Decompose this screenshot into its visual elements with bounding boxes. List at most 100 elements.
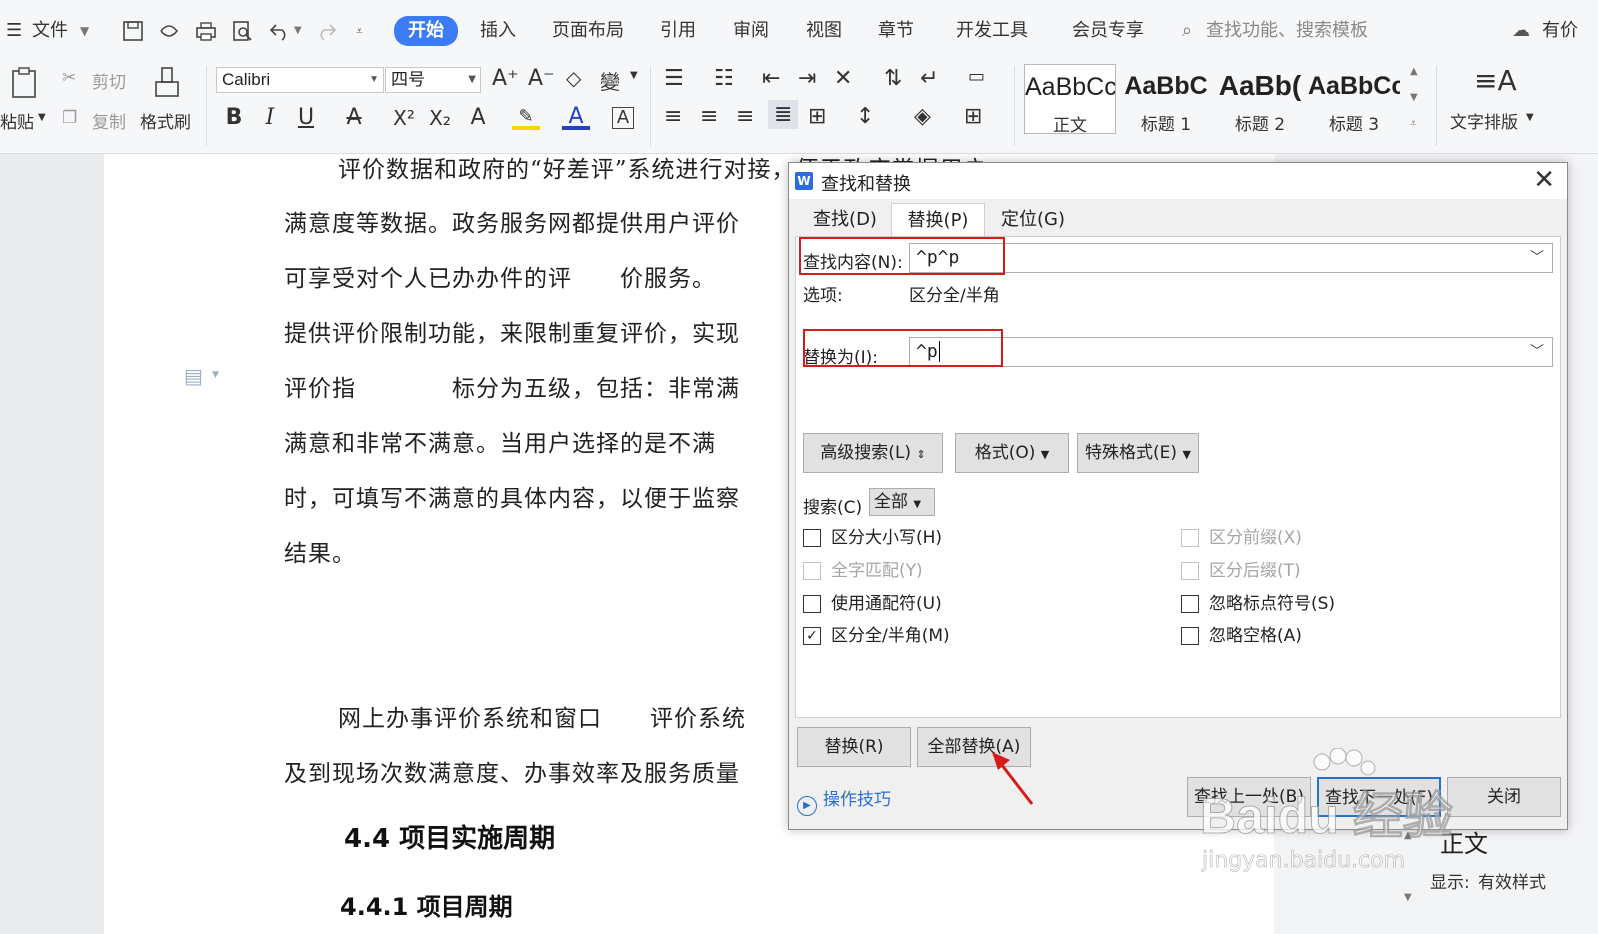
file-menu-chevron-icon[interactable]: ▼ xyxy=(80,19,89,43)
char-border-icon[interactable]: A xyxy=(612,107,634,129)
align-right-icon[interactable]: ≡ xyxy=(736,104,754,129)
text-effect-icon[interactable]: A xyxy=(464,104,492,132)
highlight-icon[interactable]: ✎ xyxy=(512,104,540,130)
undo-chevron-icon[interactable]: ▼ xyxy=(294,19,302,43)
tab-replace[interactable]: 替换(P) xyxy=(891,203,985,237)
text-layout-button[interactable]: 文字排版 xyxy=(1450,108,1518,133)
ruler-icon[interactable]: ▭ xyxy=(968,66,985,87)
tab-view[interactable]: 视图 xyxy=(806,19,842,43)
paste-button[interactable]: 粘贴 xyxy=(0,108,34,133)
file-menu[interactable]: 文件 xyxy=(32,19,68,43)
tab-review[interactable]: 审阅 xyxy=(733,19,769,43)
numbered-list-icon[interactable]: ☷ xyxy=(714,66,734,91)
replace-input[interactable]: ^p​ ﹀ xyxy=(909,337,1553,367)
tab-developer[interactable]: 开发工具 xyxy=(956,19,1028,43)
feature-search-input[interactable]: 查找功能、搜索模板 xyxy=(1206,19,1368,43)
styles-more-icon[interactable]: ⩡ xyxy=(1410,116,1417,131)
print-preview-icon[interactable] xyxy=(230,19,254,43)
pinyin-chevron-icon[interactable]: ▼ xyxy=(630,70,638,81)
find-previous-button[interactable]: 查找上一处(B) xyxy=(1187,777,1311,817)
format-button[interactable]: 格式(O) ▼ xyxy=(955,433,1069,473)
special-format-button[interactable]: 特殊格式(E) ▼ xyxy=(1077,433,1199,473)
borders-icon[interactable]: ⊞ xyxy=(964,104,982,129)
format-painter-button[interactable]: 格式刷 xyxy=(140,108,191,133)
paragraph-handle-icon[interactable]: ▤ xyxy=(184,364,203,388)
full-half-width-checkbox[interactable]: ✓ 区分全/半角(M) xyxy=(803,625,950,647)
bold-icon[interactable]: B xyxy=(220,104,248,132)
justify-icon[interactable]: ≣ xyxy=(768,100,799,129)
copy-button[interactable]: 复制 xyxy=(92,108,126,133)
scissors-icon[interactable]: ✂ xyxy=(62,68,76,88)
print-icon[interactable] xyxy=(194,19,218,43)
find-next-button[interactable]: 查找下一处(F) xyxy=(1317,777,1441,817)
text-layout-icon[interactable]: ≡A xyxy=(1474,64,1517,97)
font-name-select[interactable]: Calibri ▼ xyxy=(216,67,384,93)
hamburger-menu-icon[interactable]: ☰ xyxy=(6,19,22,43)
panel-scroll-up-icon[interactable]: ▲ xyxy=(1404,830,1412,841)
tab-page-layout[interactable]: 页面布局 xyxy=(552,19,624,43)
align-left-icon[interactable]: ≡ xyxy=(664,104,682,129)
font-size-select[interactable]: 四号 ▼ xyxy=(385,67,481,93)
tab-references[interactable]: 引用 xyxy=(660,19,696,43)
chevron-down-icon[interactable]: ﹀ xyxy=(1530,244,1544,272)
ignore-punctuation-checkbox[interactable]: 忽略标点符号(S) xyxy=(1181,593,1335,615)
decrease-indent-icon[interactable]: ⇤ xyxy=(762,66,780,91)
paragraph-handle-chevron-icon[interactable]: ▼ xyxy=(212,370,219,380)
wildcards-checkbox[interactable]: 使用通配符(U) xyxy=(803,593,942,615)
paste-chevron-icon[interactable]: ▼ xyxy=(38,112,46,123)
chinese-layout-icon[interactable]: ✕ xyxy=(834,66,852,91)
tab-home[interactable]: 开始 xyxy=(394,16,458,46)
tips-link[interactable]: ▶ 操作技巧 xyxy=(797,785,891,816)
pinyin-icon[interactable]: 變 xyxy=(600,66,620,95)
format-painter-icon[interactable] xyxy=(152,66,182,100)
paste-icon[interactable] xyxy=(8,66,42,100)
match-prefix-checkbox[interactable]: 区分前缀(X) xyxy=(1181,527,1302,549)
close-button[interactable]: 关闭 xyxy=(1447,777,1561,817)
style-normal[interactable]: AaBbCcI 正文 xyxy=(1024,64,1116,136)
bullet-list-icon[interactable]: ☰ xyxy=(664,66,684,91)
increase-font-size-icon[interactable]: A⁺ xyxy=(492,66,519,91)
dialog-titlebar[interactable]: W 查找和替换 ✕ xyxy=(789,163,1567,199)
customize-toolbar-icon[interactable]: ⩡ xyxy=(356,19,363,43)
cut-button[interactable]: 剪切 xyxy=(92,68,126,93)
clear-format-icon[interactable]: ◇ xyxy=(566,66,581,90)
chevron-down-icon[interactable]: ﹀ xyxy=(1530,338,1544,366)
superscript-icon[interactable]: X² xyxy=(390,104,418,132)
line-spacing-icon[interactable]: ↕ xyxy=(856,104,874,129)
output-icon[interactable] xyxy=(157,19,181,43)
underline-icon[interactable]: U xyxy=(292,104,320,132)
style-heading-1[interactable]: AaBbC 标题 1 xyxy=(1120,64,1212,135)
text-layout-chevron-icon[interactable]: ▼ xyxy=(1526,112,1534,123)
search-direction-select[interactable]: 全部 ▼ xyxy=(869,488,935,516)
sort-icon[interactable]: ⇅ xyxy=(884,66,902,91)
styles-scroll-down-icon[interactable]: ▼ xyxy=(1410,92,1418,103)
shading-icon[interactable]: ◈ xyxy=(914,104,931,129)
redo-icon[interactable] xyxy=(314,19,338,43)
ignore-spaces-checkbox[interactable]: 忽略空格(A) xyxy=(1181,625,1302,647)
find-input[interactable]: ^p^p ﹀ xyxy=(909,243,1553,273)
decrease-font-size-icon[interactable]: A⁻ xyxy=(528,66,555,91)
style-heading-3[interactable]: AaBbCc 标题 3 xyxy=(1308,64,1400,135)
undo-icon[interactable] xyxy=(268,19,292,43)
advanced-search-button[interactable]: 高级搜索(L) ⇕ xyxy=(803,433,943,473)
tab-chapter[interactable]: 章节 xyxy=(878,19,914,43)
font-color-icon[interactable]: A xyxy=(562,104,590,130)
tab-find[interactable]: 查找(D) xyxy=(799,203,891,237)
increase-indent-icon[interactable]: ⇥ xyxy=(798,66,816,91)
whole-word-checkbox[interactable]: 全字匹配(Y) xyxy=(803,560,923,582)
distributed-icon[interactable]: ⊞ xyxy=(808,104,826,129)
tab-member[interactable]: 会员专享 xyxy=(1072,19,1144,43)
show-style-select[interactable]: 有效样式 xyxy=(1478,868,1546,893)
align-center-icon[interactable]: ≡ xyxy=(700,104,718,129)
italic-icon[interactable]: I xyxy=(256,104,284,132)
match-case-checkbox[interactable]: 区分大小写(H) xyxy=(803,527,942,549)
show-marks-icon[interactable]: ↵ xyxy=(920,66,938,91)
style-heading-2[interactable]: AaBb( 标题 2 xyxy=(1214,64,1306,135)
close-icon[interactable]: ✕ xyxy=(1533,167,1555,193)
replace-button[interactable]: 替换(R) xyxy=(797,727,911,767)
match-suffix-checkbox[interactable]: 区分后缀(T) xyxy=(1181,560,1301,582)
cloud-icon[interactable]: ☁ xyxy=(1512,19,1530,43)
panel-scroll-down-icon[interactable]: ▼ xyxy=(1404,892,1412,903)
copy-icon[interactable]: ❐ xyxy=(62,108,77,128)
tab-goto[interactable]: 定位(G) xyxy=(985,203,1081,237)
